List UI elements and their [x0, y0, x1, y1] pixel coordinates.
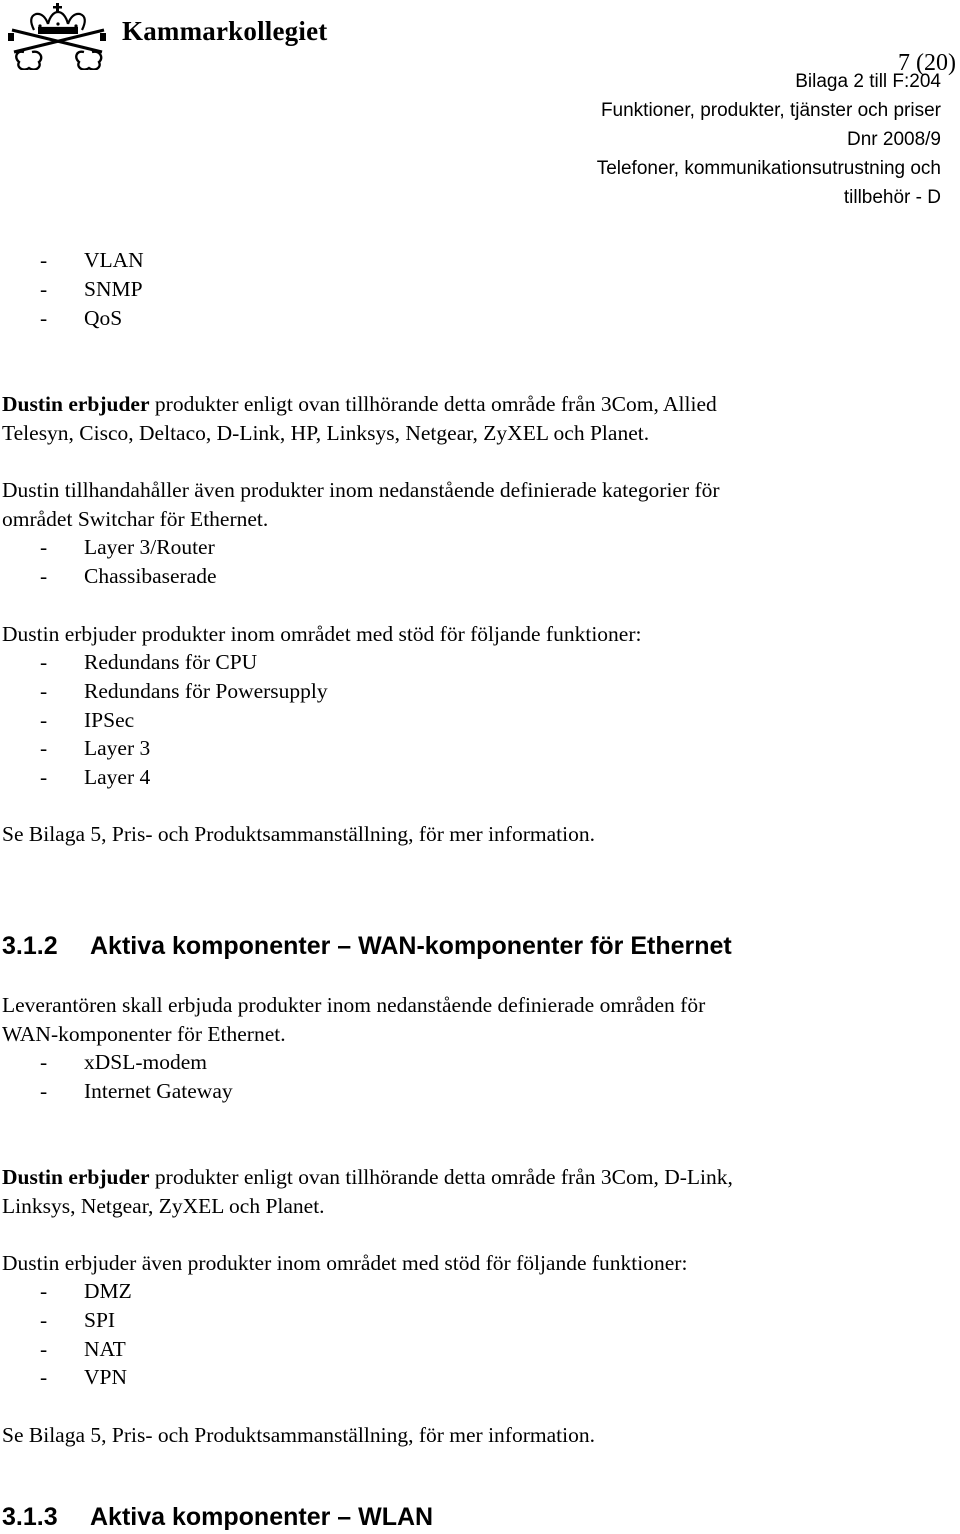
section-title: Aktiva komponenter – WLAN — [90, 1503, 434, 1531]
bullet: - — [40, 535, 48, 559]
section-number: 3.1.3 — [2, 1503, 58, 1531]
vendor-paragraph-line: Telesyn, Cisco, Deltaco, D-Link, HP, Lin… — [2, 421, 650, 445]
header-category-cont: tillbehör - D — [843, 187, 941, 208]
requirement-line: WAN-komponenter för Ethernet. — [2, 1022, 286, 1046]
section-title: Aktiva komponenter – WAN-komponenter för… — [90, 932, 732, 960]
bullet: - — [40, 736, 48, 760]
functions-intro: Dustin erbjuder produkter inom området m… — [2, 622, 642, 646]
bullet: - — [40, 1365, 48, 1389]
header-subject: Funktioner, produkter, tjänster och pris… — [600, 100, 941, 121]
section-heading-3-1-2: 3.1.2 Aktiva komponenter – WAN-komponente… — [2, 932, 732, 961]
bullet: - — [40, 765, 48, 789]
header-attachment-ref: Bilaga 2 till F:204 — [795, 71, 941, 92]
section-heading-3-1-3: 3.1.3 Aktiva komponenter – WLAN — [2, 1503, 433, 1532]
bullet: - — [40, 248, 48, 272]
category-paragraph-line: området Switchar för Ethernet. — [2, 507, 269, 531]
header-dnr: Dnr 2008/9 — [846, 129, 941, 150]
header-category: Telefoner, kommunikationsutrustning och — [596, 158, 941, 179]
bullet: - — [40, 1079, 48, 1103]
see-more-note: Se Bilaga 5, Pris- och Produktsammanstäl… — [2, 822, 595, 846]
bullet: - — [40, 679, 48, 703]
vendor-paragraph-line: Linksys, Netgear, ZyXEL och Planet. — [2, 1194, 325, 1218]
vendor-paragraph-line: Dustin erbjuder produkter enligt ovan ti… — [2, 1165, 733, 1189]
vendor-paragraph-line: Dustin erbjuder produkter enligt ovan ti… — [2, 392, 717, 416]
category-paragraph-line: Dustin tillhandahåller även produkter in… — [2, 478, 720, 502]
bullet: - — [40, 277, 48, 301]
requirement-line: Leverantören skall erbjuda produkter ino… — [2, 993, 706, 1017]
bullet: - — [40, 1308, 48, 1332]
bullet: - — [40, 1050, 48, 1074]
section-number: 3.1.2 — [2, 932, 58, 960]
logo-wordmark: Kammarkollegiet — [122, 16, 328, 46]
bullet: - — [40, 1279, 48, 1303]
bullet: - — [40, 1337, 48, 1361]
bullet: - — [40, 564, 48, 588]
bullet: - — [40, 306, 48, 330]
see-more-note: Se Bilaga 5, Pris- och Produktsammanstäl… — [2, 1423, 595, 1447]
functions-intro: Dustin erbjuder även produkter inom områ… — [2, 1251, 688, 1275]
crown-keys-icon — [8, 3, 106, 70]
kammarkollegiet-logo: Kammarkollegiet — [2, 0, 342, 70]
bullet: - — [40, 708, 48, 732]
bullet: - — [40, 650, 48, 674]
